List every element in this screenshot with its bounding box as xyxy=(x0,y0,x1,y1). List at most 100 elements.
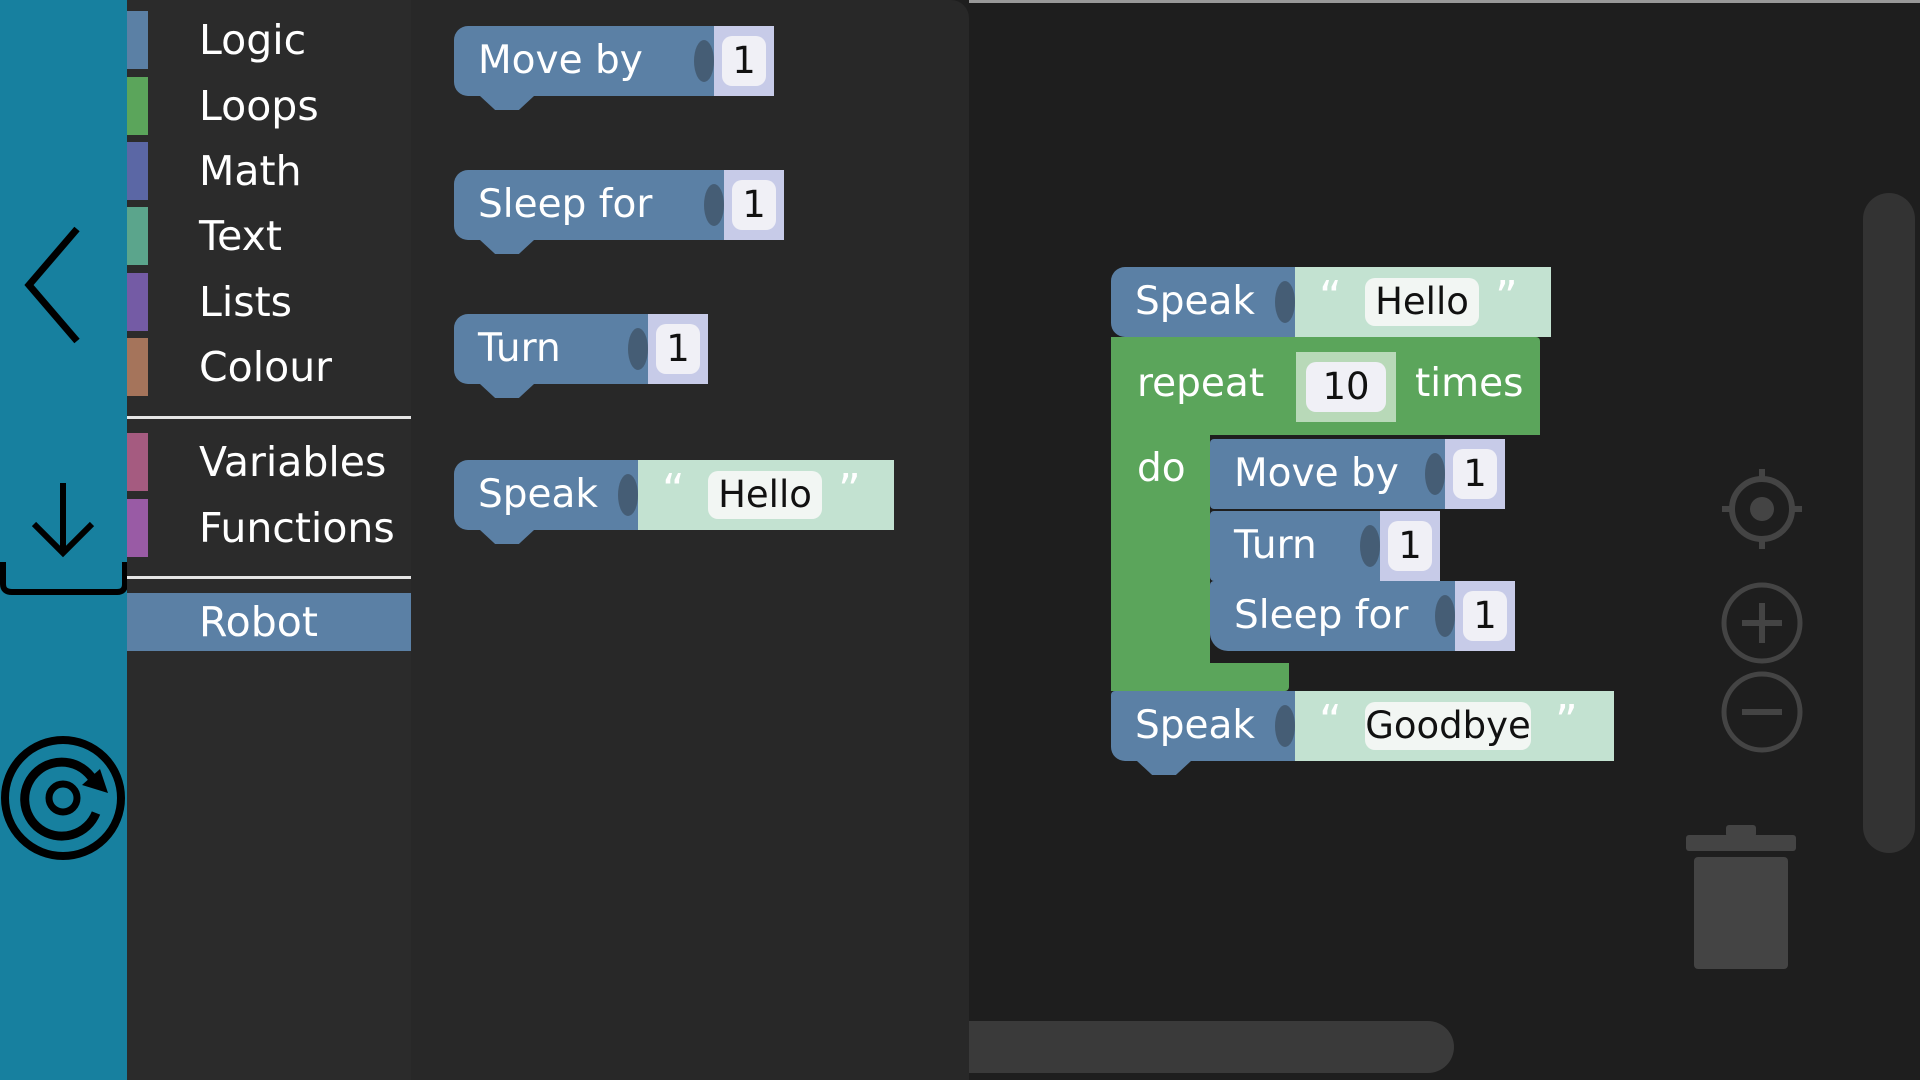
category-label: Lists xyxy=(199,278,293,326)
do-label: do xyxy=(1137,446,1186,491)
block-label: Speak xyxy=(1135,279,1255,324)
zoom-in-button[interactable] xyxy=(1720,581,1804,665)
open-quote-icon: “ xyxy=(1319,272,1342,323)
category-logic[interactable]: Logic xyxy=(127,11,411,69)
trash-button[interactable] xyxy=(1686,823,1796,973)
repeat-label: repeat xyxy=(1137,361,1265,406)
input-notch xyxy=(1435,595,1455,637)
number-slot: 1 xyxy=(1455,581,1515,651)
close-quote-icon: ” xyxy=(1555,696,1578,747)
back-chevron-icon xyxy=(23,226,80,344)
category-swatch xyxy=(127,77,148,135)
category-lists[interactable]: Lists xyxy=(127,273,411,331)
workspace-speak-hello-block[interactable]: Speak “ Hello ” xyxy=(1111,267,1551,337)
category-label: Loops xyxy=(199,82,319,130)
category-label: Robot xyxy=(199,598,318,646)
number-field[interactable]: 1 xyxy=(1453,449,1497,499)
number-slot: 1 xyxy=(648,314,708,384)
block-label: Move by xyxy=(478,38,643,83)
category-robot[interactable]: Robot xyxy=(127,593,411,651)
number-field[interactable]: 1 xyxy=(1388,521,1432,571)
menu-separator xyxy=(127,416,411,419)
download-button[interactable] xyxy=(0,478,127,603)
category-label: Variables xyxy=(199,438,387,486)
flyout-move-by-block[interactable]: Move by 1 xyxy=(454,26,774,110)
number-slot: 1 xyxy=(1445,439,1505,509)
text-field[interactable]: Hello xyxy=(1365,278,1479,326)
vertical-scrollbar[interactable] xyxy=(1863,193,1915,853)
number-field[interactable]: 1 xyxy=(732,180,776,230)
category-label: Logic xyxy=(199,16,307,64)
block-label: Move by xyxy=(1234,451,1399,496)
number-slot: 1 xyxy=(1380,511,1440,581)
menu-separator xyxy=(127,576,411,579)
number-field[interactable]: 1 xyxy=(722,36,766,86)
flyout-speak-block[interactable]: Speak “ Hello ” xyxy=(454,460,894,544)
category-menu: Logic Loops Math Text Lists Colour Varia… xyxy=(127,0,411,1080)
input-notch xyxy=(1425,453,1445,495)
block-label: Turn xyxy=(478,326,561,371)
block-tab xyxy=(480,384,534,398)
flyout-turn-block[interactable]: Turn 1 xyxy=(454,314,708,398)
text-field[interactable]: Goodbye xyxy=(1365,702,1531,750)
zoom-out-button[interactable] xyxy=(1720,670,1804,754)
open-quote-icon: “ xyxy=(1319,696,1342,747)
number-slot: 1 xyxy=(724,170,784,240)
input-notch xyxy=(694,40,714,82)
category-math[interactable]: Math xyxy=(127,142,411,200)
horizontal-scrollbar[interactable] xyxy=(969,1021,1454,1073)
number-field[interactable]: 1 xyxy=(1463,591,1507,641)
workspace-move-by-block[interactable]: Move by 1 xyxy=(1210,439,1505,509)
category-functions[interactable]: Functions xyxy=(127,499,411,557)
open-quote-icon: “ xyxy=(662,465,685,516)
workspace-sleep-for-block[interactable]: Sleep for 1 xyxy=(1210,581,1515,651)
string-slot: “ Goodbye ” xyxy=(1295,691,1614,761)
string-slot: “ Hello ” xyxy=(638,460,894,530)
category-loops[interactable]: Loops xyxy=(127,77,411,135)
flyout-sleep-for-block[interactable]: Sleep for 1 xyxy=(454,170,784,254)
block-label: Turn xyxy=(1234,523,1317,568)
workspace-turn-block[interactable]: Turn 1 xyxy=(1210,511,1440,581)
block-label: Speak xyxy=(1135,703,1255,748)
category-colour[interactable]: Colour xyxy=(127,338,411,396)
close-quote-icon: ” xyxy=(838,465,861,516)
times-label: times xyxy=(1415,361,1524,406)
workspace-canvas[interactable]: Speak “ Hello ” repeat 10 times do Move … xyxy=(969,0,1920,1080)
category-variables[interactable]: Variables xyxy=(127,433,411,491)
block-tab xyxy=(480,240,534,254)
block-flyout: Move by 1 Sleep for 1 Turn 1 Speak “ Hel… xyxy=(411,0,969,1080)
number-slot: 1 xyxy=(714,26,774,96)
close-quote-icon: ” xyxy=(1495,272,1518,323)
input-notch xyxy=(628,328,648,370)
back-button[interactable] xyxy=(0,210,127,360)
recenter-button[interactable] xyxy=(1720,467,1804,551)
string-slot: “ Hello ” xyxy=(1295,267,1551,337)
left-toolbar xyxy=(0,0,127,1080)
input-notch xyxy=(704,184,724,226)
repeat-count-field[interactable]: 10 xyxy=(1306,362,1386,412)
category-label: Colour xyxy=(199,343,333,391)
zoom-out-icon xyxy=(1721,671,1803,753)
trash-icon xyxy=(1686,825,1796,969)
zoom-in-icon xyxy=(1721,582,1803,664)
block-tab xyxy=(1137,761,1191,775)
download-icon xyxy=(0,483,127,595)
input-notch xyxy=(618,474,638,516)
block-label: Speak xyxy=(478,472,598,517)
text-field[interactable]: Hello xyxy=(708,471,822,519)
block-label: Sleep for xyxy=(1234,593,1409,638)
number-field[interactable]: 1 xyxy=(656,324,700,374)
category-swatch xyxy=(127,142,148,200)
reset-button[interactable] xyxy=(0,730,127,865)
reset-icon xyxy=(1,735,125,860)
category-swatch xyxy=(127,499,148,557)
category-swatch xyxy=(127,207,148,265)
input-notch xyxy=(1275,281,1295,323)
category-swatch xyxy=(127,273,148,331)
category-text[interactable]: Text xyxy=(127,207,411,265)
recenter-icon xyxy=(1722,469,1802,549)
category-swatch xyxy=(127,338,148,396)
category-label: Functions xyxy=(199,504,395,552)
workspace-speak-goodbye-block[interactable]: Speak “ Goodbye ” xyxy=(1111,691,1614,775)
category-swatch xyxy=(127,433,148,491)
